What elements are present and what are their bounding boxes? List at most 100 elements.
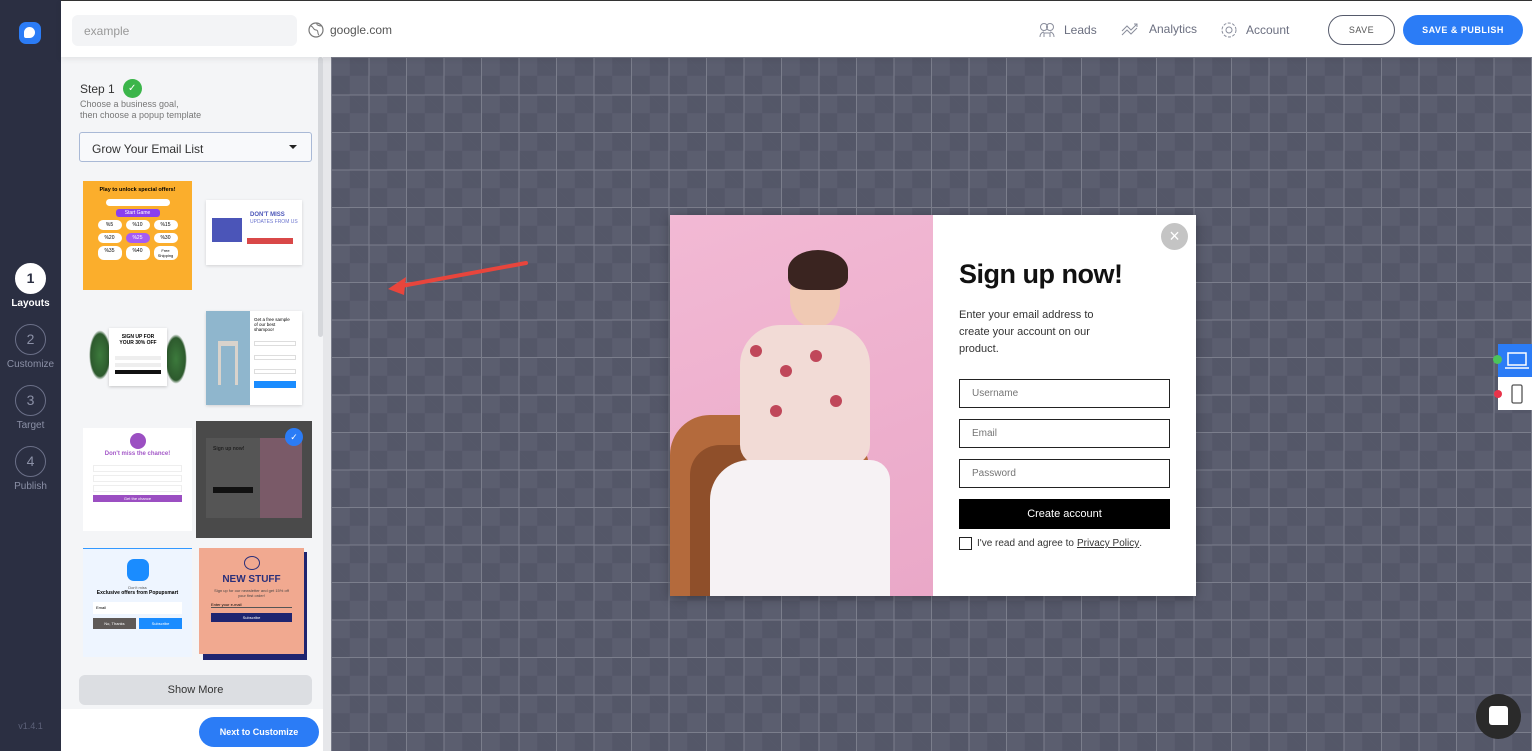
- template-title: Sign up now!: [213, 446, 245, 452]
- desktop-status-dot: [1493, 355, 1502, 364]
- nav-label: Leads: [1064, 23, 1097, 37]
- template-title: Play to unlock special offers!: [99, 187, 176, 193]
- selected-check-icon: ✓: [285, 428, 303, 446]
- globe-icon: [308, 22, 324, 38]
- annotation-arrow-icon: [388, 261, 528, 295]
- nav-label: Analytics: [1149, 22, 1198, 36]
- scroll-track: [323, 57, 331, 751]
- step-publish[interactable]: 4 Publish: [0, 446, 61, 492]
- privacy-agreement: I've read and agree to Privacy Policy.: [959, 537, 1142, 550]
- desc-line: Choose a business goal,: [80, 99, 179, 109]
- template-title: Don't miss the chance!: [104, 451, 171, 457]
- offer-chip: %40: [125, 246, 150, 260]
- nav-label: Account: [1246, 23, 1290, 37]
- template-button: Get the chance: [93, 495, 182, 502]
- step-label: Publish: [14, 481, 47, 492]
- template-thumbnail[interactable]: Don't miss Exclusive offers from Popupsm…: [83, 548, 192, 657]
- save-publish-button[interactable]: SAVE & PUBLISH: [1403, 15, 1523, 45]
- gear-icon: [1221, 22, 1237, 38]
- nav-account[interactable]: Account: [1220, 21, 1289, 39]
- analytics-icon: [1121, 23, 1138, 36]
- template-button: Subscribe: [211, 613, 292, 622]
- template-thumbnail[interactable]: Play to unlock special offers! Start Gam…: [83, 181, 192, 290]
- version-label: v1.4.1: [18, 721, 43, 731]
- step-heading: Step 1 ✓: [80, 79, 142, 98]
- template-text: Sign up for our newsletter and get 15% o…: [214, 588, 289, 598]
- desktop-view-button[interactable]: [1498, 344, 1532, 377]
- popup-preview: × Sign up now! Enter your email address …: [670, 215, 1196, 596]
- offer-chip: %25: [125, 233, 150, 243]
- template-title: DON'T MISS: [250, 212, 285, 218]
- desc-line: then choose a popup template: [80, 110, 202, 120]
- top-bar: google.com Leads Analytics Account SAVE …: [61, 0, 1532, 57]
- template-thumbnail[interactable]: SIGN UP FOR YOUR 30% OFF: [89, 322, 187, 390]
- template-thumbnail[interactable]: NEW STUFF Sign up for our newsletter and…: [199, 548, 309, 661]
- popup-title: Sign up now!: [959, 259, 1123, 289]
- desktop-icon: [1505, 352, 1529, 369]
- next-to-customize-button[interactable]: Next to Customize: [199, 717, 319, 747]
- username-input[interactable]: [959, 379, 1170, 408]
- offer-chip: %10: [125, 220, 150, 230]
- step-number: 1: [15, 263, 46, 294]
- template-button: Subscribe: [139, 618, 182, 629]
- template-thumbnail-selected[interactable]: Sign up now! ✓: [196, 421, 312, 538]
- template-button: No, Thanks: [93, 618, 136, 629]
- step-target[interactable]: 3 Target: [0, 385, 61, 431]
- panel-scrollbar[interactable]: [318, 57, 323, 337]
- leads-icon: [1039, 23, 1055, 38]
- step-label: Layouts: [11, 298, 50, 309]
- step-description: Choose a business goal, then choose a pop…: [80, 99, 260, 121]
- create-account-button[interactable]: Create account: [959, 499, 1170, 529]
- caret-down-icon: [289, 145, 297, 149]
- offer-chip: %35: [97, 246, 122, 260]
- template-title: SIGN UP FOR YOUR 30% OFF: [119, 334, 157, 346]
- domain-text: google.com: [330, 23, 393, 37]
- goal-select[interactable]: Grow Your Email List: [79, 132, 312, 162]
- popup-name-input[interactable]: [72, 15, 297, 46]
- left-rail: 1 Layouts 2 Customize 3 Target 4 Publish v1.…: [0, 0, 61, 751]
- step-label: Target: [16, 420, 45, 431]
- step-label: Customize: [6, 359, 55, 370]
- save-button[interactable]: SAVE: [1328, 15, 1395, 45]
- email-input[interactable]: [959, 419, 1170, 448]
- popupsmart-logo[interactable]: [19, 22, 41, 44]
- domain-link[interactable]: google.com: [308, 22, 392, 38]
- step-number: 4: [15, 446, 46, 477]
- step-title: Step 1: [80, 81, 115, 96]
- step-number: 2: [15, 324, 46, 355]
- nav-analytics[interactable]: Analytics: [1121, 21, 1197, 37]
- step-customize[interactable]: 2 Customize: [0, 324, 61, 370]
- step-layouts[interactable]: 1 Layouts: [0, 263, 61, 309]
- offer-chip: %5: [97, 220, 122, 230]
- layouts-panel: Step 1 ✓ Choose a business goal, then choo…: [61, 57, 331, 751]
- offer-chip: Free Shipping: [153, 246, 178, 260]
- popup-description: Enter your email address to create your …: [959, 309, 1094, 355]
- agree-checkbox[interactable]: [959, 537, 972, 550]
- template-input: Email: [93, 602, 182, 614]
- step-number: 3: [15, 385, 46, 416]
- check-icon: ✓: [122, 79, 142, 98]
- template-thumbnail[interactable]: Don't miss the chance! Get the chance: [83, 428, 192, 531]
- mobile-view-button[interactable]: [1498, 377, 1532, 410]
- template-subtitle: UPDATES FROM US: [250, 219, 298, 225]
- privacy-policy-link[interactable]: Privacy Policy: [1077, 538, 1139, 549]
- offer-chip: %30: [153, 233, 178, 243]
- chat-support-button[interactable]: [1476, 694, 1521, 739]
- template-title: Get a free sample of our best shampoo!: [254, 317, 290, 332]
- password-input[interactable]: [959, 459, 1170, 488]
- popup-photo: [670, 215, 933, 596]
- template-input: Enter your e-mail: [211, 602, 292, 608]
- offer-chip: %20: [97, 233, 122, 243]
- show-more-button[interactable]: Show More: [79, 675, 312, 705]
- template-title: Exclusive offers from Popupsmart: [96, 590, 179, 596]
- popup-close-button[interactable]: ×: [1161, 223, 1188, 250]
- template-title: NEW STUFF: [222, 574, 281, 585]
- goal-value: Grow Your Email List: [92, 142, 204, 156]
- mobile-status-dot: [1494, 390, 1502, 398]
- offer-chip: %15: [153, 220, 178, 230]
- template-thumbnail[interactable]: DON'T MISS UPDATES FROM US: [206, 200, 302, 265]
- template-button: Start Game: [115, 209, 160, 217]
- agree-text: I've read and agree to: [977, 538, 1074, 549]
- nav-leads[interactable]: Leads: [1038, 21, 1097, 39]
- template-thumbnail[interactable]: Get a free sample of our best shampoo!: [206, 311, 302, 405]
